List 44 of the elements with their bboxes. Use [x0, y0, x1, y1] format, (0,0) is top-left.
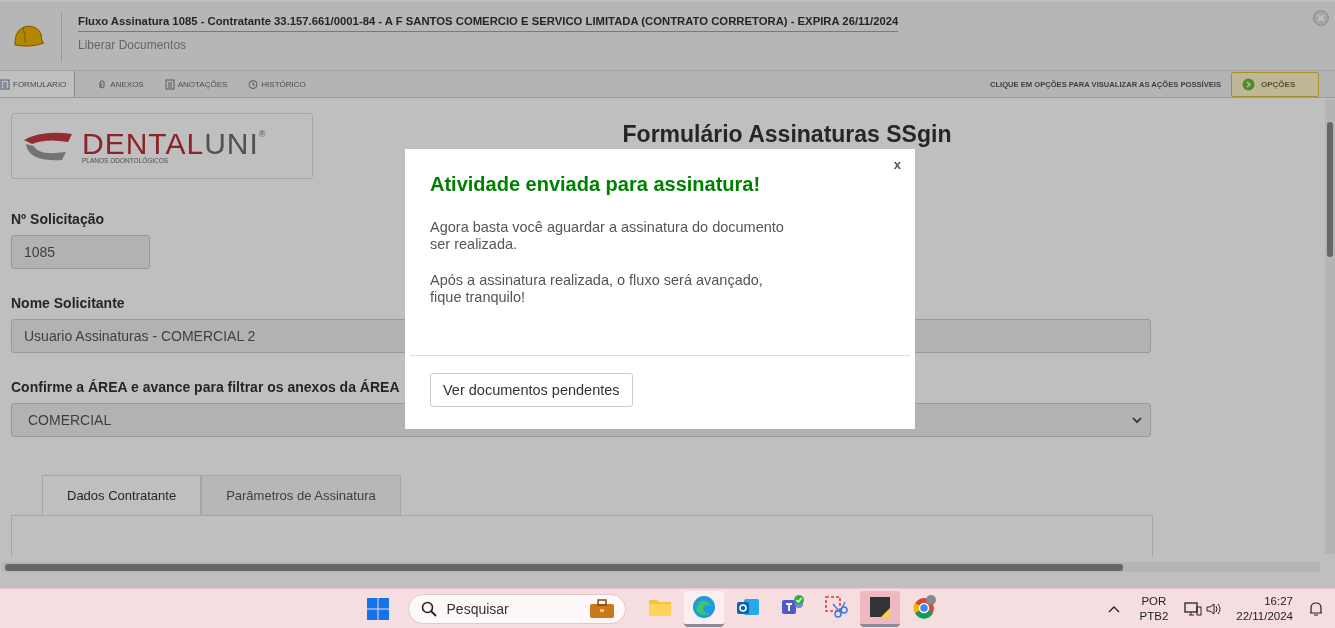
clock[interactable]: 16:27 22/11/2024 [1236, 593, 1293, 624]
process-subtitle: Liberar Documentos [78, 38, 188, 52]
chevron-up-icon[interactable] [1107, 604, 1120, 613]
caret-icon [1132, 416, 1142, 424]
form-title: Formulário Assinaturas SSgin [621, 121, 953, 148]
language-indicator[interactable]: POR PTB2 [1139, 593, 1169, 624]
toolbar-tab[interactable]: ANEXOS [97, 71, 161, 97]
toolbar-tab[interactable]: ANOTAÇÕES [164, 71, 245, 97]
browser-icon [690, 594, 717, 620]
close-icon[interactable] [1313, 10, 1329, 26]
field-label: Nome Solicitante [11, 295, 125, 311]
toolbar-tab[interactable]: FORMULARIO [0, 71, 76, 97]
scissors-icon [822, 594, 849, 620]
process-title: Fluxo Assinatura 1085 - Contratante 33.157.661/0001-84 - A F SANTOS COMERCIO E SERVICO LIMITADA (CONTRATO CORRETORA) - EXPIRA 26/11/2024 [78, 12, 899, 32]
toolbar-tab[interactable]: HISTÓRICO [248, 71, 323, 97]
notes-icon [164, 78, 175, 90]
input-field[interactable]: 1085 [11, 235, 150, 269]
paperclip-icon [97, 78, 108, 90]
registered-mark: ® [258, 128, 266, 139]
windows-start-icon[interactable] [365, 596, 390, 621]
close-button[interactable]: x [893, 157, 901, 172]
search-icon [420, 600, 437, 617]
bell-icon[interactable] [1309, 600, 1323, 617]
clock-icon [248, 78, 259, 90]
helmet-icon [11, 23, 45, 49]
search-field[interactable]: Pesquisar [407, 593, 626, 624]
form-icon [0, 78, 10, 90]
field-label: Nº Solicitação [11, 211, 105, 227]
options-button[interactable]: OPÇÕES [1231, 71, 1319, 97]
vertical-scrollbar[interactable] [1325, 100, 1335, 554]
field-label: Confirme a ÁREA e avance para filtrar os anexos da ÁREA [11, 379, 400, 395]
volume-icon[interactable] [1206, 601, 1223, 616]
form-tab[interactable]: Parâmetros de Assinatura [201, 475, 401, 515]
dialog-title: Atividade enviada para assinatura! [430, 173, 761, 196]
pending-documents-button[interactable]: Ver documentos pendentes [430, 373, 633, 407]
dialog-message: Agora basta você aguardar a assinatura do documento ser realizada. [430, 219, 785, 253]
horizontal-scrollbar[interactable] [2, 562, 1320, 572]
taskbar-app[interactable] [859, 590, 900, 627]
form-tab[interactable]: Dados Contratante [42, 475, 202, 515]
arrow-circle-icon [1242, 77, 1255, 91]
network-icon[interactable] [1184, 600, 1203, 617]
briefcase-icon [588, 598, 615, 619]
logo-wordmark: DENTALUNI [82, 128, 259, 159]
dialog-message: Após a assinatura realizada, o fluxo será avançado, fique tranquilo! [430, 272, 764, 306]
